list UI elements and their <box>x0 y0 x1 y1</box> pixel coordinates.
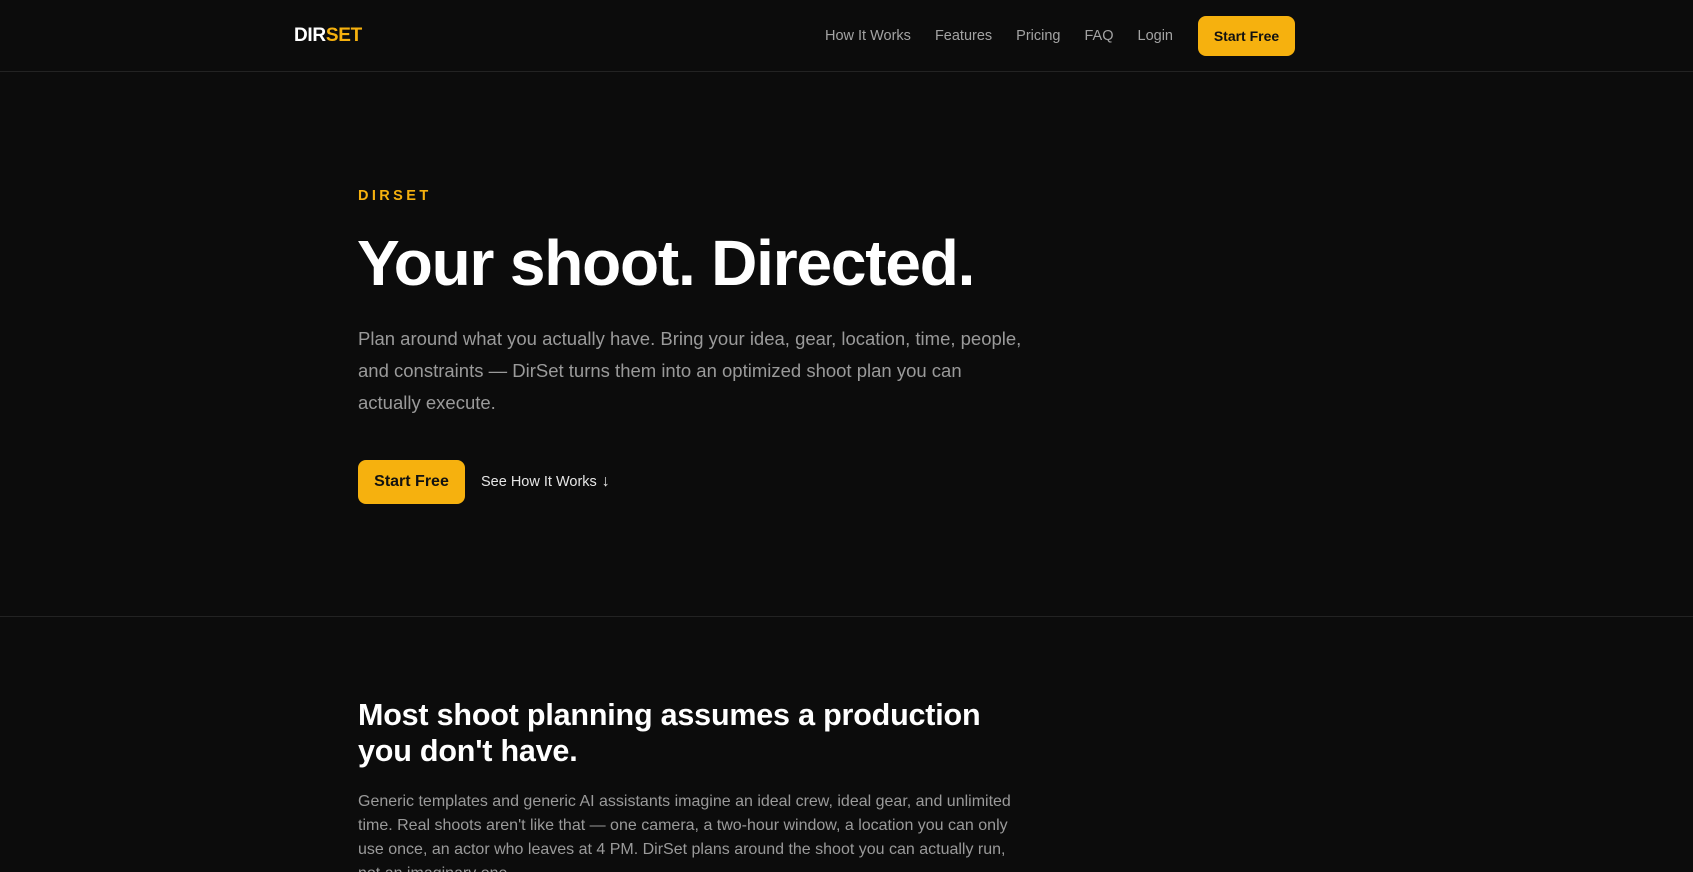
nav-link-how-it-works[interactable]: How It Works <box>825 16 911 56</box>
hero-subtitle: Plan around what you actually have. Brin… <box>358 328 1022 413</box>
logo-text-dir: DIR <box>294 25 326 46</box>
problem-title: Most shoot planning assumes a production… <box>358 698 981 768</box>
see-how-it-works-link[interactable]: See How It Works ↓ <box>481 473 610 491</box>
landing-page: DIRSET How It Works Features Pricing FAQ… <box>0 0 1693 872</box>
problem-section: Most shoot planning assumes a production… <box>0 618 1693 872</box>
hero-eyebrow: DIRSET <box>358 188 432 204</box>
arrow-down-icon: ↓ <box>601 473 610 490</box>
nav-link-faq[interactable]: FAQ <box>1085 16 1114 56</box>
see-how-it-works-label: See How It Works <box>481 474 597 490</box>
nav-start-free-button[interactable]: Start Free <box>1198 16 1295 56</box>
hero-actions: Start Free See How It Works ↓ <box>358 460 610 504</box>
nav-link-pricing[interactable]: Pricing <box>1016 16 1060 56</box>
hero-start-free-button[interactable]: Start Free <box>358 460 465 504</box>
nav-links: How It Works Features Pricing FAQ Login … <box>825 16 1295 56</box>
logo-text-set: SET <box>325 25 362 46</box>
brand-logo[interactable]: DIRSET <box>294 25 362 47</box>
nav-link-features[interactable]: Features <box>935 16 992 56</box>
problem-body: Generic templates and generic AI assista… <box>358 793 1011 872</box>
nav-link-login[interactable]: Login <box>1138 16 1173 56</box>
top-navigation: DIRSET How It Works Features Pricing FAQ… <box>0 0 1693 72</box>
hero-title: Your shoot. Directed. <box>357 227 975 299</box>
hero-section: DIRSET Your shoot. Directed. Plan around… <box>0 72 1693 617</box>
